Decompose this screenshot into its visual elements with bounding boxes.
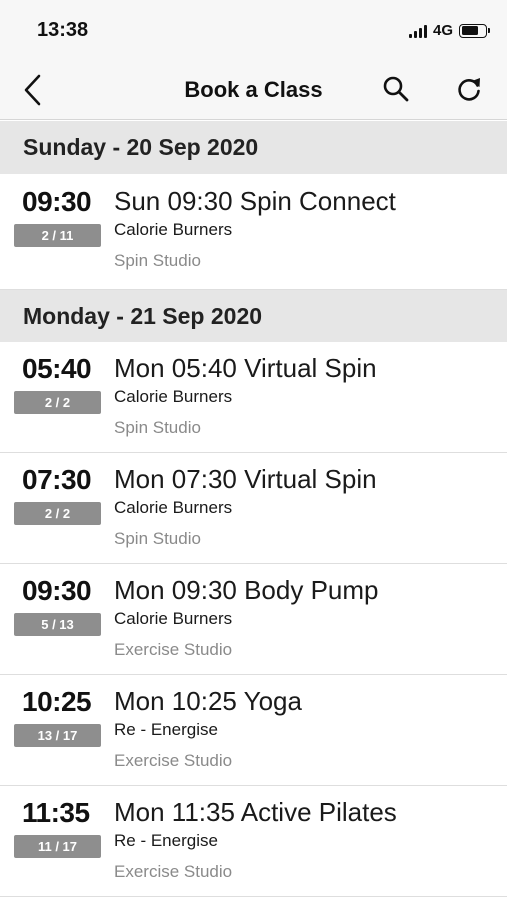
refresh-button[interactable] <box>453 73 485 105</box>
day-header: Monday - 21 Sep 2020 <box>0 290 507 342</box>
capacity-badge: 2 / 11 <box>14 224 101 247</box>
class-room: Spin Studio <box>114 529 201 548</box>
class-time: 11:35 <box>22 797 90 828</box>
search-icon <box>383 76 409 102</box>
day-header: Sunday - 20 Sep 2020 <box>0 121 507 174</box>
capacity-badge: 11 / 17 <box>14 835 101 858</box>
signal-icon <box>408 24 427 38</box>
class-row[interactable]: 07:30 2 / 2 Mon 07:30 Virtual Spin Calor… <box>0 453 507 564</box>
refresh-icon <box>458 78 480 101</box>
status-indicators: 4G <box>408 22 490 39</box>
class-room: Spin Studio <box>114 418 201 437</box>
status-time: 13:38 <box>37 19 89 41</box>
page-title: Book a Class <box>184 77 323 102</box>
class-row[interactable]: 09:30 2 / 11 Sun 09:30 Spin Connect Calo… <box>0 174 507 290</box>
class-name: Mon 09:30 Body Pump <box>114 575 379 605</box>
class-time: 09:30 <box>22 186 92 217</box>
search-button[interactable] <box>380 73 412 105</box>
class-name: Mon 05:40 Virtual Spin <box>114 353 377 383</box>
class-time: 05:40 <box>22 353 92 384</box>
class-name: Mon 07:30 Virtual Spin <box>114 464 377 494</box>
class-row[interactable]: 11:35 11 / 17 Mon 11:35 Active Pilates R… <box>0 786 507 897</box>
navigation-bar: Book a Class <box>0 62 507 120</box>
class-room: Spin Studio <box>114 251 201 270</box>
class-room: Exercise Studio <box>114 751 233 770</box>
class-host: Calorie Burners <box>114 609 233 628</box>
class-list: Sunday - 20 Sep 2020 09:30 2 / 11 Sun 09… <box>0 121 507 897</box>
capacity-badge: 13 / 17 <box>14 724 101 747</box>
class-host: Calorie Burners <box>114 498 233 517</box>
class-time: 09:30 <box>22 575 92 606</box>
capacity-badge: 5 / 13 <box>14 613 101 636</box>
class-host: Calorie Burners <box>114 387 233 406</box>
capacity-badge: 2 / 2 <box>14 502 101 525</box>
class-host: Calorie Burners <box>114 220 233 239</box>
class-host: Re - Energise <box>114 720 218 739</box>
class-name: Mon 11:35 Active Pilates <box>114 797 397 827</box>
class-room: Exercise Studio <box>114 640 233 659</box>
class-name: Sun 09:30 Spin Connect <box>114 186 396 216</box>
battery-icon <box>459 23 490 38</box>
capacity-badge: 2 / 2 <box>14 391 101 414</box>
class-row[interactable]: 05:40 2 / 2 Mon 05:40 Virtual Spin Calor… <box>0 342 507 453</box>
class-name: Mon 10:25 Yoga <box>114 686 302 716</box>
status-bar: 13:38 4G <box>0 0 507 62</box>
class-time: 07:30 <box>22 464 92 495</box>
class-row[interactable]: 09:30 5 / 13 Mon 09:30 Body Pump Calorie… <box>0 564 507 675</box>
class-time: 10:25 <box>22 686 92 717</box>
network-type: 4G <box>432 22 453 39</box>
class-room: Exercise Studio <box>114 862 233 881</box>
class-host: Re - Energise <box>114 831 218 850</box>
class-row[interactable]: 10:25 13 / 17 Mon 10:25 Yoga Re - Energi… <box>0 675 507 786</box>
